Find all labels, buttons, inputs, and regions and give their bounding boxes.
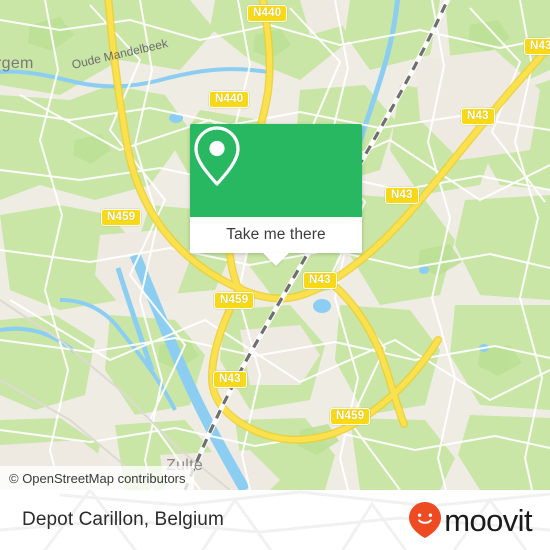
moovit-map-screenshot: Oude Mandelbeek rgem Zulte N440 N43 N440… xyxy=(0,0,550,550)
location-callout-popup[interactable]: Take me there xyxy=(190,124,362,266)
road-shield-n459-left: N459 xyxy=(101,209,142,226)
footer-bar: Depot Carillon, Belgium moovit xyxy=(0,490,550,550)
road-shield-n43-center: N43 xyxy=(303,272,337,289)
osm-attribution-label: © OpenStreetMap contributors xyxy=(9,470,186,486)
road-shield-n459-bottom: N459 xyxy=(330,408,371,425)
page-title: Depot Carillon, Belgium xyxy=(22,509,224,530)
moovit-logo[interactable]: moovit xyxy=(408,501,533,539)
map-pin-icon xyxy=(194,126,240,186)
moovit-pin-smile-icon xyxy=(409,502,442,538)
road-shield-n440-top: N440 xyxy=(247,5,288,22)
take-me-there-label: Take me there xyxy=(226,226,326,243)
road-shield-n43-bottom: N43 xyxy=(213,371,247,388)
road-shield-n43-center-right: N43 xyxy=(385,187,419,204)
map-canvas[interactable]: Oude Mandelbeek rgem Zulte N440 N43 N440… xyxy=(0,0,550,490)
moovit-wordmark: moovit xyxy=(444,502,532,538)
road-shield-n459-center: N459 xyxy=(214,292,255,309)
map-label-place-rgem: rgem xyxy=(0,55,34,72)
road-shield-n43-topright: N43 xyxy=(524,38,550,55)
road-shield-n43-right: N43 xyxy=(461,108,495,125)
take-me-there-button[interactable]: Take me there xyxy=(190,217,362,253)
road-shield-n440-mid: N440 xyxy=(209,91,250,108)
popup-header xyxy=(190,124,362,217)
popup-pointer xyxy=(263,253,289,266)
osm-attribution[interactable]: © OpenStreetMap contributors xyxy=(0,466,194,490)
